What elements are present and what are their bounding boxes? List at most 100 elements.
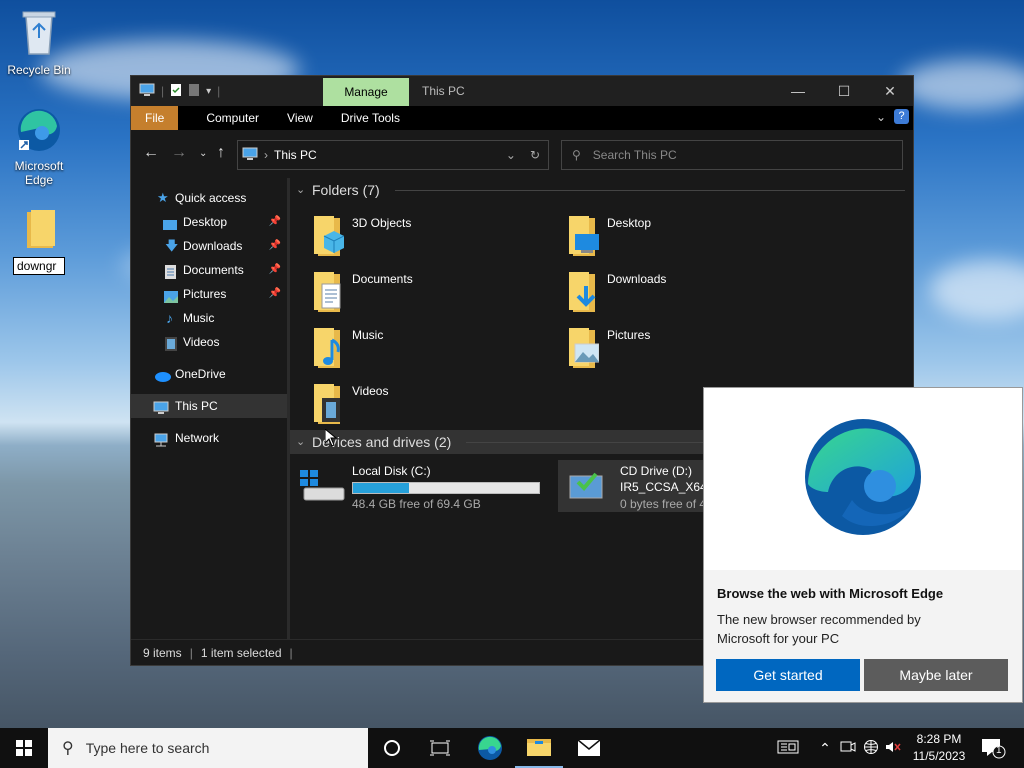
chevron-down-icon: ⌄ (296, 184, 306, 196)
volume-muted-icon[interactable] (882, 740, 904, 757)
taskbar-search-input[interactable]: ⚲ Type here to search (48, 728, 368, 768)
edge-icon (1, 106, 77, 157)
nav-desktop[interactable]: Desktop 📌 (131, 210, 287, 234)
nav-label: This PC (175, 399, 218, 413)
action-center-button[interactable]: 1 (980, 736, 1006, 760)
task-view-button[interactable] (416, 728, 464, 768)
nav-downloads[interactable]: 🡇 Downloads 📌 (131, 234, 287, 258)
nav-documents[interactable]: Documents 📌 (131, 258, 287, 282)
maximize-button[interactable]: ☐ (821, 76, 867, 106)
group-divider (395, 190, 905, 191)
this-pc-icon (242, 147, 258, 164)
pin-icon[interactable]: 📌 (269, 258, 281, 282)
nav-this-pc[interactable]: This PC (131, 394, 287, 418)
nav-network[interactable]: Network (131, 426, 287, 450)
desktop-icon-recycle-bin[interactable]: Recycle Bin (1, 8, 77, 77)
get-started-button[interactable]: Get started (716, 659, 860, 691)
search-placeholder: Search This PC (592, 148, 677, 162)
windows-drive-icon (298, 466, 346, 509)
pin-icon[interactable]: 📌 (269, 234, 281, 258)
taskbar-file-explorer[interactable] (515, 728, 563, 768)
rename-input[interactable]: downgr (13, 257, 65, 275)
selection-count: 1 item selected (200, 645, 282, 660)
downloads-folder-icon (553, 268, 599, 319)
recent-locations-icon[interactable]: ⌄ (199, 148, 207, 159)
address-dropdown-icon[interactable]: ⌄ (506, 148, 516, 162)
mail-icon (577, 739, 601, 756)
windows-logo-icon (16, 740, 32, 756)
videos-folder-icon (298, 380, 344, 431)
folder-videos[interactable]: Videos (290, 378, 530, 430)
nav-onedrive[interactable]: OneDrive (131, 362, 287, 386)
tab-drive-tools[interactable]: Drive Tools (327, 106, 414, 130)
nav-label: Network (175, 431, 220, 445)
nav-quick-access[interactable]: ★ Quick access (131, 186, 287, 210)
3d-objects-folder-icon (298, 212, 345, 263)
up-arrow-icon[interactable]: ↑ (217, 144, 225, 162)
forward-arrow-icon[interactable]: → (171, 144, 187, 162)
folder-downloads[interactable]: Downloads (545, 266, 785, 318)
breadcrumb-this-pc[interactable]: This PC (274, 148, 317, 162)
drive-name: CD Drive (D:) (620, 464, 692, 478)
breadcrumb-chevron-icon: › (264, 148, 268, 162)
desktop-folder-icon (553, 212, 599, 263)
address-bar[interactable]: › This PC ⌄ ↻ (237, 140, 549, 170)
cortana-button[interactable] (368, 728, 416, 768)
system-clock[interactable]: 8:28 PM 11/5/2023 (908, 731, 970, 765)
ribbon-tabs: File Computer View Drive Tools ⌄ ? (131, 106, 913, 130)
refresh-icon[interactable]: ↻ (530, 148, 540, 162)
desktop-icon-microsoft-edge[interactable]: Microsoft Edge (1, 106, 77, 187)
nav-label: Downloads (183, 239, 243, 253)
taskbar-mail[interactable] (565, 728, 613, 768)
nav-label: Videos (183, 335, 220, 349)
folder-label: Downloads (607, 272, 667, 286)
taskbar-edge[interactable] (466, 728, 514, 768)
new-folder-icon[interactable] (188, 83, 200, 100)
tab-manage[interactable]: Manage (323, 78, 409, 106)
pin-icon[interactable]: 📌 (269, 282, 281, 306)
folder-pictures[interactable]: Pictures (545, 322, 785, 374)
tab-file[interactable]: File (131, 106, 179, 130)
folder-desktop[interactable]: Desktop (545, 210, 785, 262)
this-pc-icon (153, 399, 169, 414)
show-hidden-icons-icon[interactable]: ⌃ (814, 740, 836, 757)
folder-documents[interactable]: Documents (290, 266, 530, 318)
news-icon[interactable] (774, 739, 802, 758)
drive-cd-d[interactable]: CD Drive (D:) IR5_CCSA_X64FR 0 bytes fre… (558, 460, 723, 512)
minimize-button[interactable]: — (775, 76, 821, 106)
folder-label: Videos (352, 384, 389, 398)
pin-icon[interactable]: 📌 (269, 210, 281, 234)
maybe-later-button[interactable]: Maybe later (864, 659, 1008, 691)
close-button[interactable]: ✕ (867, 76, 913, 106)
item-count: 9 items (143, 645, 182, 660)
nav-videos[interactable]: Videos (131, 330, 287, 354)
title-bar: | ▾ | Manage This PC — ☐ ✕ (131, 76, 913, 106)
help-icon[interactable]: ? (894, 109, 909, 124)
nav-pictures[interactable]: Pictures 📌 (131, 282, 287, 306)
music-icon: ♪ (166, 310, 173, 326)
customize-qa-icon[interactable]: ▾ (206, 86, 211, 97)
desktop-icon-label: Microsoft Edge (14, 159, 64, 187)
search-icon: ⚲ (62, 740, 74, 757)
folder-3d-objects[interactable]: 3D Objects (290, 210, 530, 262)
expand-ribbon-icon[interactable]: ⌄ (876, 110, 886, 124)
folder-label: Documents (352, 272, 413, 286)
tab-computer[interactable]: Computer (178, 106, 273, 130)
meet-now-icon[interactable] (836, 740, 860, 757)
edge-promo-popup: Browse the web with Microsoft Edge The n… (703, 387, 1023, 703)
desktop-icon-folder[interactable]: downgr (1, 208, 77, 278)
back-arrow-icon[interactable]: ← (143, 144, 159, 162)
network-globe-icon[interactable] (860, 739, 882, 758)
group-header-folders[interactable]: ⌄ Folders (7) (290, 178, 913, 202)
search-input[interactable]: ⚲ Search This PC (561, 140, 903, 170)
folder-label: Desktop (607, 216, 652, 230)
address-row: ← → ⌄ ↑ › This PC ⌄ ↻ ⚲ Search This PC (131, 130, 913, 178)
nav-music[interactable]: ♪ Music (131, 306, 287, 330)
download-icon: 🡇 (165, 238, 179, 253)
tab-view[interactable]: View (273, 106, 327, 130)
folder-music[interactable]: Music (290, 322, 530, 374)
start-button[interactable] (0, 728, 48, 768)
drive-local-disk-c[interactable]: Local Disk (C:) 48.4 GB free of 69.4 GB (290, 460, 540, 512)
properties-icon[interactable] (170, 83, 182, 100)
pictures-folder-icon (553, 324, 600, 375)
